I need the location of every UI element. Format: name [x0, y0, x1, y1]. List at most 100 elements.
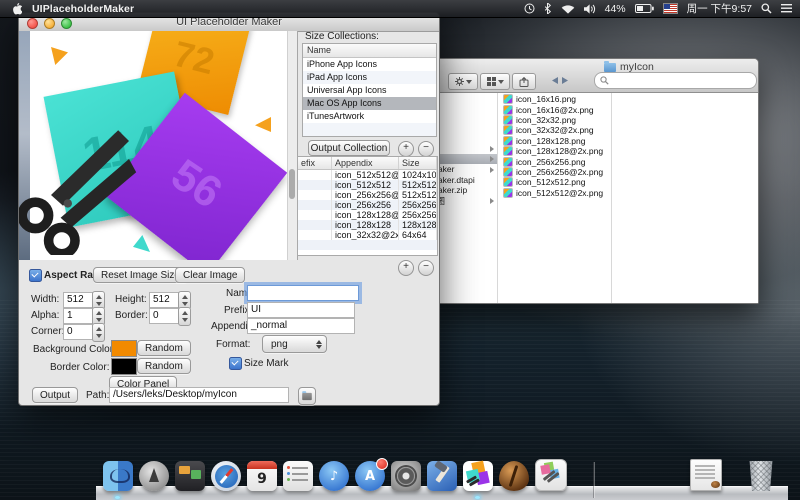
calendar-dock-icon[interactable]: 9 [247, 461, 277, 491]
width-field[interactable]: 512 [63, 292, 93, 308]
zoom-button[interactable] [61, 18, 72, 29]
corner-stepper[interactable] [92, 323, 105, 342]
finder-titlebar[interactable]: myIcon [426, 59, 758, 93]
appendix-field[interactable]: _normal [247, 318, 355, 334]
gear-action-button[interactable] [448, 73, 478, 90]
add-collection-button[interactable]: + [398, 141, 414, 157]
itunes-dock-icon[interactable]: ♪ [319, 461, 349, 491]
finder-file-row[interactable]: icon_16x16.png [498, 94, 610, 104]
column-header-prefix[interactable]: efix [298, 157, 332, 169]
collection-item-row[interactable]: icon_512x512512x512 [298, 180, 437, 190]
stack-dock-icon[interactable] [690, 459, 722, 491]
output-collection-button[interactable]: Output Collection [308, 140, 390, 156]
reset-image-size-button[interactable]: Reset Image Size [93, 267, 188, 283]
png-file-icon [503, 188, 513, 198]
finder-file-row[interactable]: icon_32x32.png [498, 115, 610, 125]
size-collection-row[interactable]: iPhone App Icons [303, 58, 436, 71]
notification-center-icon[interactable] [781, 4, 792, 13]
add-item-button[interactable]: + [398, 260, 414, 276]
image-preview-canvas[interactable]: 72 114 56 [19, 31, 298, 260]
reminders-dock-icon[interactable] [283, 461, 313, 491]
finder-file-row[interactable]: icon_512x512@2x.png [498, 188, 610, 198]
app-store-dock-icon[interactable]: A [355, 461, 385, 491]
column-header-appendix[interactable]: Appendix [332, 157, 399, 169]
mission-control-dock-icon[interactable] [175, 461, 205, 491]
finder-dock-icon[interactable] [103, 461, 133, 491]
height-field[interactable]: 512 [149, 292, 179, 308]
spotlight-search-icon[interactable] [761, 3, 772, 14]
path-field[interactable]: /Users/leks/Desktop/myIcon [109, 387, 289, 403]
clear-image-button[interactable]: Clear Image [175, 267, 245, 283]
size-mark-checkbox[interactable] [229, 357, 242, 370]
safari-dock-icon[interactable] [211, 461, 241, 491]
finder-file-row[interactable]: icon_512x512.png [498, 177, 610, 187]
format-dropdown[interactable]: png [262, 335, 327, 353]
minimize-button[interactable] [44, 18, 55, 29]
finder-file-row[interactable]: icon_128x128@2x.png [498, 146, 610, 156]
bluetooth-icon[interactable] [544, 3, 552, 14]
volume-icon[interactable] [584, 4, 596, 14]
dock: 9 ♪A [0, 454, 800, 500]
remove-collection-button[interactable]: − [418, 141, 434, 157]
finder-file-row[interactable]: icon_256x256.png [498, 156, 610, 166]
running-indicator [475, 496, 480, 499]
xcode-dock-icon[interactable] [427, 461, 457, 491]
alpha-field[interactable]: 1 [63, 308, 93, 324]
menubar-app-name[interactable]: UIPlaceholderMaker [32, 3, 134, 15]
collection-item-row[interactable]: icon_512x512@2x1024x1024 [298, 170, 437, 180]
dropdown-arrows-icon [316, 340, 322, 349]
background-random-button[interactable]: Random [137, 340, 191, 356]
background-color-swatch[interactable] [111, 340, 137, 357]
border-field[interactable]: 0 [149, 308, 179, 324]
collection-item-row[interactable]: icon_128x128@2x256x256 [298, 210, 437, 220]
output-button[interactable]: Output [32, 387, 78, 403]
choose-folder-button[interactable] [298, 387, 316, 405]
finder-file-row[interactable]: icon_16x16@2x.png [498, 104, 610, 114]
collection-item-row[interactable]: icon_128x128128x128 [298, 220, 437, 230]
size-collection-row[interactable]: Mac OS App Icons [303, 97, 436, 110]
remove-item-button[interactable]: − [418, 260, 434, 276]
battery-percent: 44% [605, 3, 626, 15]
aspect-ratio-checkbox[interactable] [29, 269, 42, 282]
collapse-arrows-icon[interactable] [548, 73, 572, 88]
chevron-down-icon [466, 80, 472, 84]
ui-placeholder-maker-dock-icon[interactable] [463, 461, 493, 491]
corner-field[interactable]: 0 [63, 324, 93, 340]
clock-icon[interactable] [524, 3, 535, 14]
border-stepper[interactable] [178, 307, 191, 326]
input-source-flag-icon[interactable] [663, 3, 678, 14]
canvas-scrollbar[interactable] [287, 31, 297, 260]
size-collection-row[interactable]: iPad App Icons [303, 71, 436, 84]
column-divider[interactable] [611, 93, 612, 303]
collection-item-row[interactable]: icon_256x256@2x512x512 [298, 190, 437, 200]
png-file-icon [503, 94, 513, 104]
battery-icon[interactable] [635, 4, 654, 13]
column-header-size[interactable]: Size [399, 157, 437, 169]
bean-dock-icon[interactable] [499, 461, 529, 491]
apple-menu-icon[interactable] [10, 2, 22, 16]
launchpad-dock-icon[interactable] [139, 461, 169, 491]
border-color-swatch[interactable] [111, 358, 137, 375]
view-mode-button[interactable] [480, 73, 510, 90]
menubar-clock[interactable]: 周一 下午9:57 [687, 1, 752, 16]
collection-item-row[interactable]: icon_256x256256x256 [298, 200, 437, 210]
finder-file-row[interactable]: icon_256x256@2x.png [498, 167, 610, 177]
finder-file-row[interactable]: icon_128x128.png [498, 136, 610, 146]
name-field[interactable] [247, 285, 359, 301]
wifi-icon[interactable] [561, 4, 575, 14]
png-file-icon [503, 115, 513, 125]
size-collection-row[interactable]: iTunesArtwork [303, 110, 436, 123]
share-button[interactable] [512, 73, 536, 90]
scrollbar-thumb[interactable] [289, 169, 295, 199]
prefix-field[interactable]: UI [247, 302, 355, 318]
finder-search-field[interactable] [594, 72, 757, 89]
close-button[interactable] [27, 18, 38, 29]
system-preferences-dock-icon[interactable] [391, 461, 421, 491]
app-window: UI Placeholder Maker 72 114 56 [18, 12, 440, 406]
finder-file-row[interactable]: icon_32x32@2x.png [498, 125, 610, 135]
collection-item-row[interactable]: icon_32x32@2x64x64 [298, 230, 437, 240]
border-random-button[interactable]: Random [137, 358, 191, 374]
size-collection-row[interactable]: Universal App Icons [303, 84, 436, 97]
placeholder-doc-dock-icon[interactable] [535, 459, 567, 491]
list-header[interactable]: Name [303, 44, 436, 58]
